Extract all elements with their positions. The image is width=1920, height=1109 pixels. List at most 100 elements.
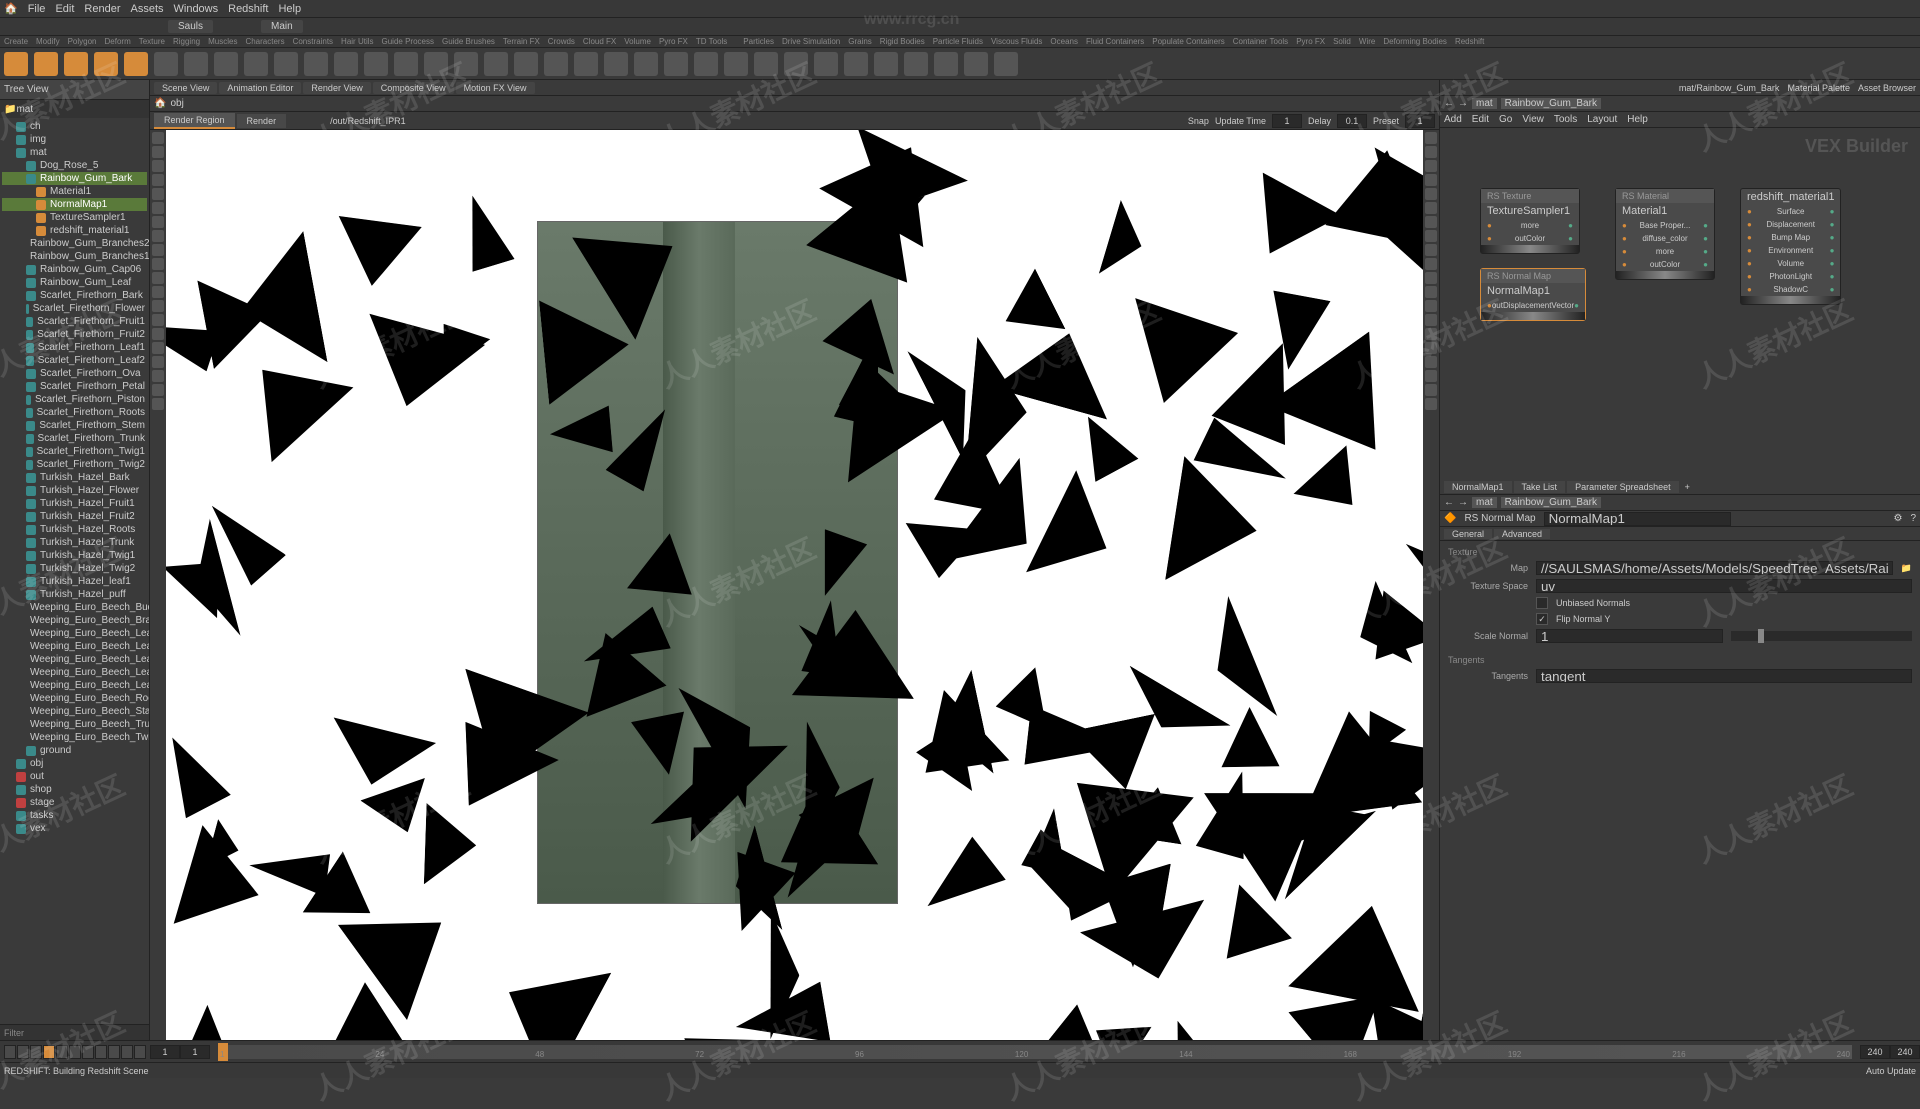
- tree-item[interactable]: Scarlet_Firethorn_Leaf1: [2, 341, 147, 354]
- graph-node[interactable]: RS Normal MapNormalMap1●outDisplacementV…: [1480, 268, 1586, 321]
- tree-item[interactable]: redshift_material1: [2, 224, 147, 237]
- tree-item[interactable]: Turkish_Hazel_Fruit2: [2, 510, 147, 523]
- realtime-icon[interactable]: [108, 1045, 120, 1059]
- map-input[interactable]: [1536, 561, 1893, 575]
- tree-item[interactable]: Scarlet_Firethorn_Bark: [2, 289, 147, 302]
- net-menu-go[interactable]: Go: [1499, 114, 1512, 125]
- tree-item[interactable]: Scarlet_Firethorn_Trunk: [2, 432, 147, 445]
- tree-item[interactable]: Scarlet_Firethorn_Fruit1: [2, 315, 147, 328]
- tree-item[interactable]: Turkish_Hazel_Bark: [2, 471, 147, 484]
- shelf-group-label[interactable]: Terrain FX: [503, 37, 540, 46]
- shelf-group-label[interactable]: Volume: [624, 37, 651, 46]
- node-port[interactable]: ●more●: [1616, 245, 1714, 258]
- viewport-tool-icon[interactable]: [152, 342, 164, 354]
- shelf-group-label[interactable]: Crowds: [548, 37, 575, 46]
- param-context-chip[interactable]: Rainbow_Gum_Bark: [1501, 497, 1601, 508]
- shelf-tool-l-system[interactable]: [364, 52, 388, 76]
- frame-input-2[interactable]: [180, 1045, 210, 1059]
- shelf-tool-vr-camera[interactable]: [934, 52, 958, 76]
- tree-item[interactable]: Rainbow_Gum_Branches10: [2, 250, 147, 263]
- desktop-tab-main[interactable]: Main: [261, 20, 303, 33]
- menu-assets[interactable]: Assets: [130, 3, 163, 15]
- shelf-tool-file[interactable]: [514, 52, 538, 76]
- shelf-tool-indirect-light[interactable]: [844, 52, 868, 76]
- menu-render[interactable]: Render: [84, 3, 120, 15]
- tree-item[interactable]: Weeping_Euro_Beech_Leaf1: [2, 627, 147, 640]
- tree-item[interactable]: Turkish_Hazel_leaf1: [2, 575, 147, 588]
- shelf-tool-area-light[interactable]: [634, 52, 658, 76]
- shelf-group-label[interactable]: Characters: [245, 37, 284, 46]
- tspace-input[interactable]: [1536, 579, 1912, 593]
- menu-redshift[interactable]: Redshift: [228, 3, 268, 15]
- viewport-tool-icon[interactable]: [1425, 398, 1437, 410]
- node-port[interactable]: ●Bump Map●: [1741, 231, 1840, 244]
- viewport-tool-icon[interactable]: [152, 244, 164, 256]
- menu-edit[interactable]: Edit: [55, 3, 74, 15]
- shelf-tool-metaball[interactable]: [394, 52, 418, 76]
- auto-update-toggle[interactable]: Auto Update: [1866, 1066, 1916, 1076]
- viewport-tool-icon[interactable]: [1425, 286, 1437, 298]
- net-menu-layout[interactable]: Layout: [1587, 114, 1617, 125]
- tree-item[interactable]: Weeping_Euro_Beech_Root: [2, 692, 147, 705]
- go-end-icon[interactable]: [82, 1045, 94, 1059]
- node-port[interactable]: ●Displacement●: [1741, 218, 1840, 231]
- viewport-tool-icon[interactable]: [152, 398, 164, 410]
- range-end-input[interactable]: [1890, 1045, 1920, 1059]
- scale-slider[interactable]: [1731, 631, 1912, 641]
- shelf-group-label[interactable]: Polygon: [68, 37, 97, 46]
- shelf-group-label[interactable]: Create: [4, 37, 28, 46]
- shelf-tool-spray-paint[interactable]: [304, 52, 328, 76]
- tree-item[interactable]: ground: [2, 744, 147, 757]
- viewport-tool-icon[interactable]: [1425, 356, 1437, 368]
- tree-item[interactable]: NormalMap1: [2, 198, 147, 211]
- viewport-tool-icon[interactable]: [152, 132, 164, 144]
- viewport-tool-icon[interactable]: [152, 300, 164, 312]
- tree-item[interactable]: Weeping_Euro_Beech_Branches2: [2, 614, 147, 627]
- viewport-tool-icon[interactable]: [1425, 370, 1437, 382]
- shelf-group-label[interactable]: Hair Utils: [341, 37, 373, 46]
- tree-item[interactable]: Turkish_Hazel_Flower: [2, 484, 147, 497]
- subtab-general[interactable]: General: [1444, 529, 1492, 539]
- tree-item[interactable]: Material1: [2, 185, 147, 198]
- graph-node[interactable]: redshift_material1●Surface●●Displacement…: [1740, 188, 1841, 305]
- shelf-group-label[interactable]: Modify: [36, 37, 60, 46]
- shelf-tool-spot-light[interactable]: [604, 52, 628, 76]
- tree-item[interactable]: Turkish_Hazel_Twig1: [2, 549, 147, 562]
- net-menu-view[interactable]: View: [1522, 114, 1544, 125]
- tree-item[interactable]: Rainbow_Gum_Bark: [2, 172, 147, 185]
- shelf-group-label[interactable]: Muscles: [208, 37, 237, 46]
- subtab-advanced[interactable]: Advanced: [1494, 529, 1550, 539]
- shelf-tool-null[interactable]: [154, 52, 178, 76]
- menu-windows[interactable]: Windows: [174, 3, 219, 15]
- step-back-icon[interactable]: [17, 1045, 29, 1059]
- node-port[interactable]: ●diffuse_color●: [1616, 232, 1714, 245]
- audio-icon[interactable]: [134, 1045, 146, 1059]
- flipy-checkbox[interactable]: ✓: [1536, 613, 1548, 625]
- shelf-group-label[interactable]: Grains: [848, 37, 872, 46]
- shelf-tool-line[interactable]: [184, 52, 208, 76]
- tree-item[interactable]: Weeping_Euro_Beech_Leaf5: [2, 679, 147, 692]
- viewport-tool-icon[interactable]: [1425, 132, 1437, 144]
- node-port[interactable]: ●outColor●: [1481, 232, 1579, 245]
- net-menu-edit[interactable]: Edit: [1472, 114, 1489, 125]
- shelf-tool-draw-curve[interactable]: [244, 52, 268, 76]
- viewport-tool-icon[interactable]: [152, 202, 164, 214]
- param-back-icon[interactable]: ←: [1444, 497, 1454, 508]
- shelf-group-label[interactable]: Deform: [105, 37, 131, 46]
- viewport-tool-icon[interactable]: [152, 314, 164, 326]
- node-port[interactable]: ●more●: [1481, 219, 1579, 232]
- viewport-tool-icon[interactable]: [1425, 202, 1437, 214]
- scale-input[interactable]: [1536, 629, 1723, 643]
- tree-item[interactable]: Scarlet_Firethorn_Roots: [2, 406, 147, 419]
- shelf-tool-sky-light[interactable]: [754, 52, 778, 76]
- tab-motion-fx[interactable]: Motion FX View: [456, 82, 535, 94]
- node-port[interactable]: ●outDisplacementVector●: [1481, 299, 1585, 312]
- graph-node[interactable]: RS TextureTextureSampler1●more●●outColor…: [1480, 188, 1580, 254]
- tree-view-tab[interactable]: Tree View: [0, 80, 149, 100]
- shelf-group-label[interactable]: Drive Simulation: [782, 37, 840, 46]
- shelf-tool-ambient-light[interactable]: [874, 52, 898, 76]
- tree-item[interactable]: Turkish_Hazel_Roots: [2, 523, 147, 536]
- scene-tree[interactable]: chimgmatDog_Rose_5Rainbow_Gum_BarkMateri…: [0, 118, 149, 1024]
- viewport-tool-icon[interactable]: [152, 216, 164, 228]
- viewport-tool-icon[interactable]: [1425, 272, 1437, 284]
